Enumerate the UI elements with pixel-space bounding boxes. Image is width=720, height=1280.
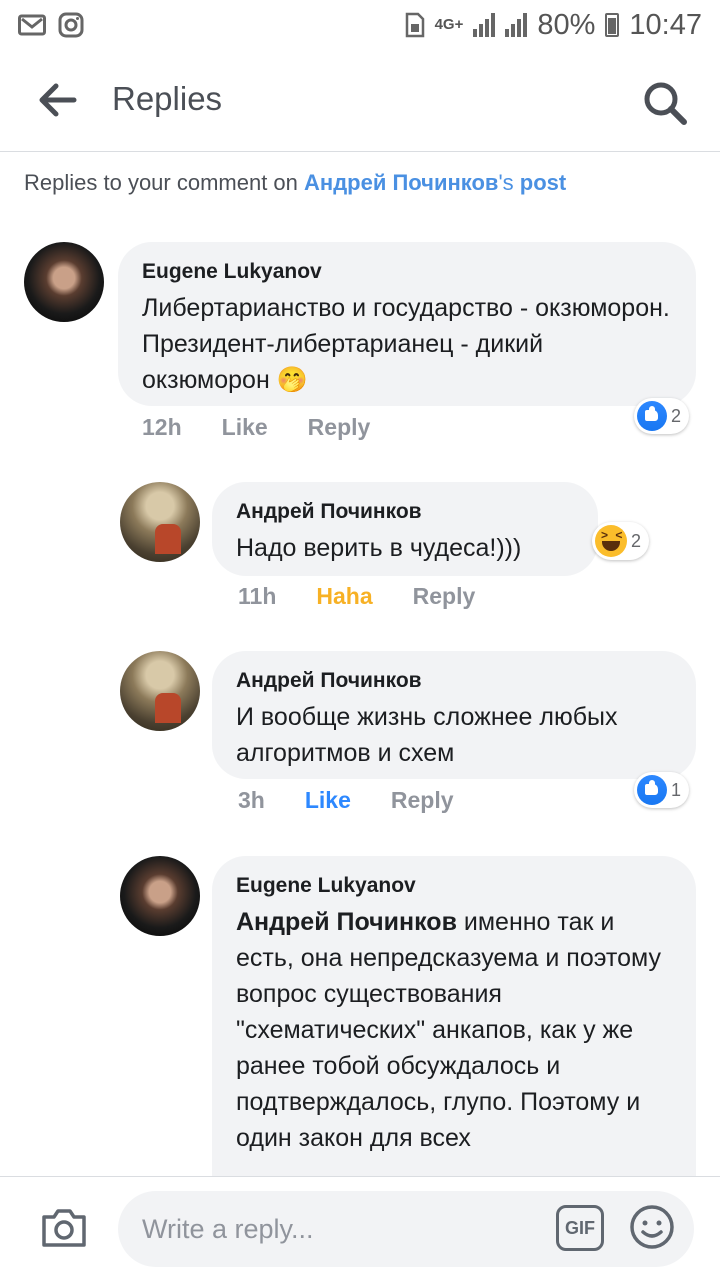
reaction-count: 2 bbox=[631, 530, 642, 551]
reply-button[interactable]: Reply bbox=[391, 787, 454, 814]
battery-percent: 80% bbox=[537, 8, 596, 41]
haha-button[interactable]: Haha bbox=[316, 583, 372, 610]
comment-body: именно так и есть, она непредсказуема и … bbox=[236, 908, 661, 1152]
like-button[interactable]: Like bbox=[222, 414, 268, 441]
gmail-icon bbox=[18, 14, 46, 36]
comment-time: 12h bbox=[142, 414, 182, 440]
reply-composer: Write a reply... GIF bbox=[0, 1176, 720, 1280]
comment-time: 3h bbox=[238, 787, 265, 813]
signal-icon bbox=[473, 13, 496, 37]
reaction-summary[interactable]: 2 bbox=[592, 522, 650, 560]
comment-bubble: Андрей Починков Надо верить в чудеса!))) bbox=[212, 482, 598, 576]
status-bar: 4G+ 80% 10:47 bbox=[0, 0, 720, 50]
like-reaction-icon bbox=[637, 401, 667, 431]
comment-author[interactable]: Eugene Lukyanov bbox=[236, 874, 672, 898]
haha-reaction-icon bbox=[595, 525, 627, 557]
clock: 10:47 bbox=[629, 8, 702, 41]
comment-actions: 11h Haha Reply bbox=[238, 583, 475, 610]
back-arrow-icon[interactable] bbox=[34, 80, 78, 120]
reaction-summary[interactable]: 2 bbox=[634, 398, 690, 434]
avatar[interactable] bbox=[120, 856, 200, 936]
emoji-icon[interactable] bbox=[628, 1203, 676, 1251]
context-suffix: 's bbox=[498, 170, 520, 195]
battery-icon bbox=[605, 13, 620, 37]
comment-bubble: Андрей Починков И вообще жизнь сложнее л… bbox=[212, 651, 696, 779]
search-icon[interactable] bbox=[640, 78, 690, 128]
reaction-count: 2 bbox=[671, 405, 682, 426]
post-author-link[interactable]: Андрей Починков bbox=[304, 170, 498, 195]
sim-icon bbox=[405, 12, 424, 38]
replies-context: Replies to your comment on Андрей Починк… bbox=[24, 170, 566, 196]
like-button[interactable]: Like bbox=[305, 787, 351, 814]
comment-actions: 12h Like Reply bbox=[142, 414, 370, 441]
comment-author[interactable]: Андрей Починков bbox=[236, 500, 574, 524]
reaction-count: 1 bbox=[671, 779, 682, 800]
comment-text: Андрей Починков именно так и есть, она н… bbox=[236, 904, 672, 1156]
like-reaction-icon bbox=[637, 775, 667, 805]
reply-input[interactable]: Write a reply... bbox=[118, 1191, 694, 1267]
comment-bubble: Eugene Lukyanov Либертарианство и госуда… bbox=[118, 242, 696, 406]
comment-author[interactable]: Eugene Lukyanov bbox=[142, 260, 672, 284]
post-link[interactable]: post bbox=[520, 170, 566, 195]
network-type: 4G+ bbox=[434, 16, 464, 33]
reply-button[interactable]: Reply bbox=[413, 583, 476, 610]
top-bar: Replies bbox=[0, 50, 720, 152]
camera-icon[interactable] bbox=[40, 1205, 88, 1249]
comment-author[interactable]: Андрей Починков bbox=[236, 669, 672, 693]
comment-actions: 3h Like Reply bbox=[238, 787, 454, 814]
comment-time: 11h bbox=[238, 583, 277, 609]
signal-icon-2 bbox=[505, 13, 528, 37]
comment-bubble: Eugene Lukyanov Андрей Починков именно т… bbox=[212, 856, 696, 1196]
reaction-summary[interactable]: 1 bbox=[634, 772, 690, 808]
comment-text: Надо верить в чудеса!))) bbox=[236, 534, 522, 562]
reply-button[interactable]: Reply bbox=[308, 414, 371, 441]
avatar[interactable] bbox=[120, 482, 200, 562]
comment-text: Либертарианство и государство - окзюморо… bbox=[142, 294, 670, 394]
comment-text: И вообще жизнь сложнее любых алгоритмов … bbox=[236, 703, 618, 767]
instagram-icon bbox=[58, 12, 84, 38]
avatar[interactable] bbox=[24, 242, 104, 322]
context-prefix: Replies to your comment on bbox=[24, 170, 305, 195]
page-title: Replies bbox=[112, 80, 223, 117]
gif-button[interactable]: GIF bbox=[556, 1205, 604, 1251]
mention-tag[interactable]: Андрей Починков bbox=[236, 908, 457, 936]
avatar[interactable] bbox=[120, 651, 200, 731]
